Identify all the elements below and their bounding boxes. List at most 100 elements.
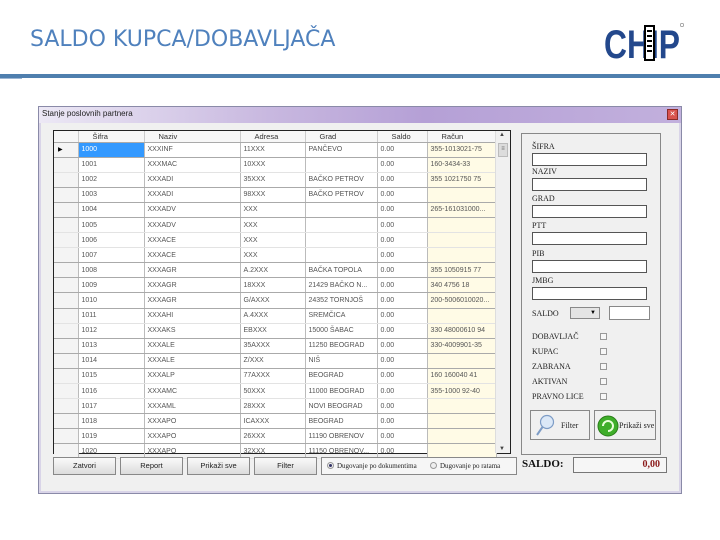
cell-sifra[interactable]: 1003: [78, 187, 145, 203]
row-header[interactable]: [54, 398, 79, 415]
cell-adresa[interactable]: XXX: [240, 217, 306, 234]
cell-naziv[interactable]: XXXADI: [144, 187, 241, 203]
row-header[interactable]: [54, 292, 79, 309]
saldo-filter-input[interactable]: [609, 306, 650, 320]
cell-racun[interactable]: [427, 413, 497, 430]
cell-naziv[interactable]: XXXACE: [144, 232, 241, 249]
cell-naziv[interactable]: XXXADI: [144, 172, 241, 188]
cell-racun[interactable]: [427, 353, 497, 369]
filter-input-jmbg[interactable]: [532, 287, 647, 300]
table-row[interactable]: 1009 XXXAGR 18XXX 21429 BAČKO N... 0.00 340 4…: [54, 277, 497, 294]
cell-racun[interactable]: [427, 308, 497, 324]
cell-adresa[interactable]: XXX: [240, 202, 306, 218]
cell-naziv[interactable]: XXXALP: [144, 368, 241, 385]
table-row[interactable]: 1007 XXXACE XXX 0.00: [54, 247, 497, 264]
cell-grad[interactable]: 21429 BAČKO N...: [305, 277, 378, 294]
cell-saldo[interactable]: 0.00: [377, 308, 428, 324]
table-row[interactable]: 1004 XXXADV XXX 0.00 265-161031000...: [54, 202, 497, 218]
show-all-bottom-button[interactable]: Prikaži sve: [187, 457, 250, 475]
cell-saldo[interactable]: 0.00: [377, 187, 428, 203]
cell-naziv[interactable]: XXXAGR: [144, 262, 241, 279]
row-header[interactable]: [54, 172, 79, 188]
cell-racun[interactable]: [427, 187, 497, 203]
cell-grad[interactable]: 15000 ŠABAC: [305, 323, 378, 339]
cell-grad[interactable]: BAČKO PETROV: [305, 172, 378, 188]
cell-saldo[interactable]: 0.00: [377, 398, 428, 415]
row-header[interactable]: [54, 353, 79, 369]
table-row[interactable]: 1014 XXXALE Z/XXX NIŠ 0.00: [54, 353, 497, 369]
cell-naziv[interactable]: XXXADV: [144, 217, 241, 234]
cell-naziv[interactable]: XXXAML: [144, 398, 241, 415]
cell-adresa[interactable]: XXX: [240, 232, 306, 249]
cell-saldo[interactable]: 0.00: [377, 247, 428, 264]
table-row[interactable]: 1001 XXXMAC 10XXX 0.00 160-3434-33: [54, 157, 497, 173]
cell-adresa[interactable]: A.2XXX: [240, 262, 306, 279]
cell-saldo[interactable]: 0.00: [377, 142, 428, 158]
cell-sifra[interactable]: 1000: [78, 142, 145, 158]
table-row[interactable]: 1018 XXXAPO ICAXXX BEOGRAD 0.00: [54, 413, 497, 430]
table-row[interactable]: ▶ 1000 XXXINF 11XXX PANČEVO 0.00 355-1013021-7…: [54, 142, 497, 158]
filter-input-ptt[interactable]: [532, 232, 647, 245]
row-header[interactable]: [54, 247, 79, 264]
cell-racun[interactable]: 355-1000 92-40: [427, 383, 497, 400]
cell-grad[interactable]: BAČKA TOPOLA: [305, 262, 378, 279]
cell-grad[interactable]: PANČEVO: [305, 142, 378, 158]
cell-saldo[interactable]: 0.00: [377, 157, 428, 173]
cell-racun[interactable]: 355-1013021-75: [427, 142, 497, 158]
table-row[interactable]: 1003 XXXADI 98XXX BAČKO PETROV 0.00: [54, 187, 497, 203]
close-icon[interactable]: ✕: [667, 109, 678, 120]
checkbox-zabrana[interactable]: [600, 363, 607, 370]
cell-adresa[interactable]: 11XXX: [240, 142, 306, 158]
cell-sifra[interactable]: 1014: [78, 353, 145, 369]
cell-sifra[interactable]: 1013: [78, 338, 145, 354]
cell-grad[interactable]: BAČKO PETROV: [305, 187, 378, 203]
scroll-down-icon[interactable]: ▼: [499, 446, 505, 452]
table-row[interactable]: 1005 XXXADV XXX 0.00: [54, 217, 497, 234]
cell-naziv[interactable]: XXXAGR: [144, 292, 241, 309]
filter-bottom-button[interactable]: Filter: [254, 457, 317, 475]
cell-grad[interactable]: 24352 TORNJOŠ: [305, 292, 378, 309]
cell-grad[interactable]: BEOGRAD: [305, 368, 378, 385]
table-row[interactable]: 1012 XXXAKS EBXXX 15000 ŠABAC 0.00 330 480006…: [54, 323, 497, 339]
column-header-racun[interactable]: Račun: [427, 131, 497, 143]
cell-sifra[interactable]: 1001: [78, 157, 145, 173]
cell-adresa[interactable]: 35XXX: [240, 172, 306, 188]
cell-saldo[interactable]: 0.00: [377, 323, 428, 339]
cell-saldo[interactable]: 0.00: [377, 338, 428, 354]
cell-adresa[interactable]: XXX: [240, 247, 306, 264]
cell-racun[interactable]: 330 48000610 94: [427, 323, 497, 339]
cell-saldo[interactable]: 0.00: [377, 353, 428, 369]
cell-racun[interactable]: [427, 247, 497, 264]
cell-naziv[interactable]: XXXAKS: [144, 323, 241, 339]
cell-racun[interactable]: [427, 217, 497, 234]
cell-racun[interactable]: [427, 398, 497, 415]
table-row[interactable]: 1011 XXXAHI A.4XXX SREMČICA 0.00: [54, 308, 497, 324]
cell-racun[interactable]: 160 160040 41: [427, 368, 497, 385]
cell-naziv[interactable]: XXXALE: [144, 353, 241, 369]
cell-saldo[interactable]: 0.00: [377, 413, 428, 430]
row-header[interactable]: [54, 262, 79, 279]
row-header[interactable]: [54, 368, 79, 385]
cell-naziv[interactable]: XXXALE: [144, 338, 241, 354]
column-header-naziv[interactable]: Naziv: [144, 131, 241, 143]
cell-grad[interactable]: [305, 217, 378, 234]
cell-sifra[interactable]: 1007: [78, 247, 145, 264]
cell-racun[interactable]: 355 1050915 77: [427, 262, 497, 279]
cell-grad[interactable]: SREMČICA: [305, 308, 378, 324]
cell-racun[interactable]: 340 4756 18: [427, 277, 497, 294]
table-row[interactable]: 1019 XXXAPO 26XXX 11190 OBRENOV 0.00: [54, 428, 497, 445]
cell-naziv[interactable]: XXXAHI: [144, 308, 241, 324]
cell-sifra[interactable]: 1018: [78, 413, 145, 430]
table-row[interactable]: 1006 XXXACE XXX 0.00: [54, 232, 497, 249]
cell-saldo[interactable]: 0.00: [377, 383, 428, 400]
partners-grid[interactable]: Šifra Naziv Adresa Grad Saldo Račun ▶ 100…: [53, 130, 511, 460]
column-header-sifra[interactable]: Šifra: [78, 131, 145, 143]
cell-adresa[interactable]: 28XXX: [240, 398, 306, 415]
cell-saldo[interactable]: 0.00: [377, 172, 428, 188]
cell-sifra[interactable]: 1012: [78, 323, 145, 339]
column-header-adresa[interactable]: Adresa: [240, 131, 306, 143]
cell-saldo[interactable]: 0.00: [377, 368, 428, 385]
scroll-up-icon[interactable]: ▲: [499, 132, 505, 138]
window-titlebar[interactable]: Stanje poslovnih partnera ✕: [39, 107, 681, 123]
cell-sifra[interactable]: 1016: [78, 383, 145, 400]
